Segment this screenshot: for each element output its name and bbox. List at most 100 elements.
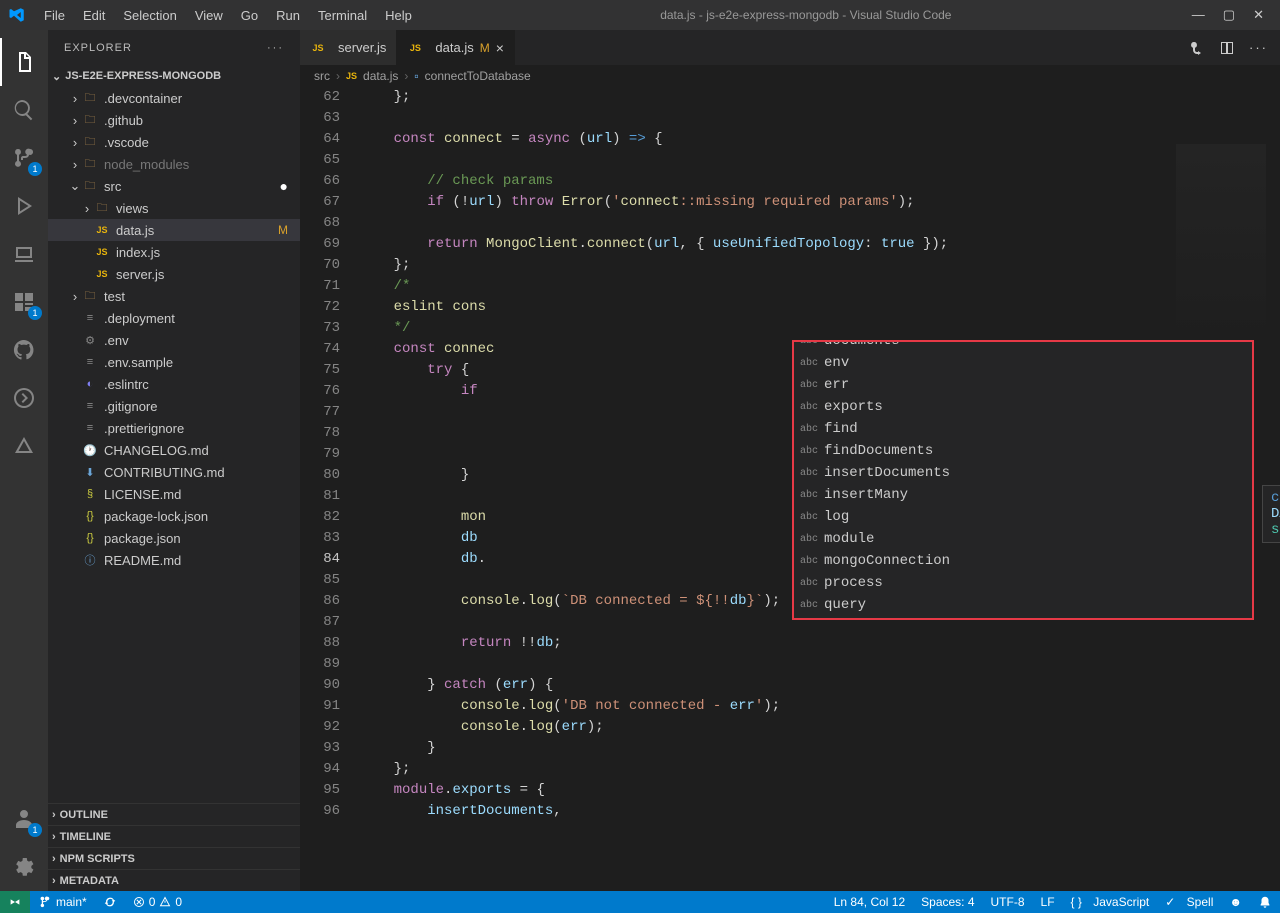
menu-terminal[interactable]: Terminal — [310, 4, 375, 27]
activity-extensions[interactable]: 1 — [0, 278, 48, 326]
tree-file[interactable]: ⓘREADME.md — [48, 549, 300, 571]
activity-testing[interactable] — [0, 374, 48, 422]
encoding[interactable]: UTF-8 — [983, 895, 1033, 909]
close-button[interactable]: ✕ — [1253, 7, 1264, 23]
suggest-item[interactable]: abcenv — [794, 352, 1252, 374]
tree-file[interactable]: ≡.prettierignore — [48, 417, 300, 439]
suggest-item[interactable]: abcquery — [794, 594, 1252, 616]
feedback[interactable]: ☻ — [1221, 895, 1250, 909]
breadcrumb[interactable]: src› JS data.js› ▫ connectToDatabase — [300, 65, 1280, 87]
scm-badge: 1 — [28, 162, 42, 176]
tree-file[interactable]: ⚙.env — [48, 329, 300, 351]
indentation[interactable]: Spaces: 4 — [913, 895, 982, 909]
tree-folder[interactable]: ›🗀.vscode — [48, 131, 300, 153]
minimize-button[interactable]: — — [1192, 7, 1205, 23]
metadata-section[interactable]: ›METADATA — [48, 869, 300, 891]
bell-icon — [1258, 895, 1272, 909]
spell-check[interactable]: ✓ Spell — [1157, 895, 1221, 909]
minimap[interactable] — [1176, 144, 1266, 344]
suggest-item[interactable]: abcmodule — [794, 528, 1252, 550]
intellisense-popup[interactable]: abcdocumentsabcenvabcerrabcexportsabcfin… — [792, 340, 1254, 620]
tree-file[interactable]: {}package.json — [48, 527, 300, 549]
tab-data[interactable]: JS data.js M × — [397, 30, 515, 65]
tree-file[interactable]: JSdata.jsM — [48, 219, 300, 241]
activity-search[interactable] — [0, 86, 48, 134]
search-icon — [12, 98, 36, 122]
language-mode[interactable]: { } JavaScript — [1063, 895, 1158, 909]
branch-icon — [38, 895, 52, 909]
activity-remote[interactable] — [0, 230, 48, 278]
suggest-item[interactable]: abcfindDocuments — [794, 440, 1252, 462]
menu-file[interactable]: File — [36, 4, 73, 27]
titlebar: File Edit Selection View Go Run Terminal… — [0, 0, 1280, 30]
suggest-item[interactable]: abcinsertDocuments — [794, 462, 1252, 484]
tree-file[interactable]: ≡.deployment — [48, 307, 300, 329]
activity-explorer[interactable] — [0, 38, 48, 86]
tree-file[interactable]: {}package-lock.json — [48, 505, 300, 527]
tree-folder[interactable]: ›🗀.github — [48, 109, 300, 131]
tree-folder[interactable]: ›🗀node_modules — [48, 153, 300, 175]
cursor-position[interactable]: Ln 84, Col 12 — [826, 895, 913, 909]
menu-run[interactable]: Run — [268, 4, 308, 27]
menu-help[interactable]: Help — [377, 4, 420, 27]
close-icon[interactable]: × — [496, 40, 504, 56]
project-header[interactable]: ⌄ JS-E2E-EXPRESS-MONGODB — [48, 65, 300, 87]
maximize-button[interactable]: ▢ — [1223, 7, 1235, 23]
tab-server[interactable]: JS server.js — [300, 30, 397, 65]
outline-section[interactable]: ›OUTLINE — [48, 803, 300, 825]
menu-selection[interactable]: Selection — [115, 4, 184, 27]
tree-file[interactable]: ≡.env.sample — [48, 351, 300, 373]
suggest-item[interactable]: abclog — [794, 506, 1252, 528]
menu-go[interactable]: Go — [233, 4, 266, 27]
remote-indicator[interactable] — [0, 891, 30, 913]
explorer-header: EXPLORER ··· — [48, 30, 300, 65]
js-icon: JS — [346, 71, 357, 81]
tree-file[interactable]: §LICENSE.md — [48, 483, 300, 505]
tree-folder[interactable]: ⌄🗀src● — [48, 175, 300, 197]
remote-icon — [12, 242, 36, 266]
suggest-item[interactable]: abcprocess — [794, 572, 1252, 594]
activity-azure[interactable] — [0, 422, 48, 470]
tree-file[interactable]: ≡.gitignore — [48, 395, 300, 417]
tree-file[interactable]: JSserver.js — [48, 263, 300, 285]
notifications[interactable] — [1250, 895, 1280, 909]
activity-scm[interactable]: 1 — [0, 134, 48, 182]
statusbar: main* 0 0 Ln 84, Col 12 Spaces: 4 UTF-8 … — [0, 891, 1280, 913]
suggest-item[interactable]: abcfind — [794, 418, 1252, 440]
js-icon: JS — [407, 40, 423, 56]
file-tree: ›🗀.devcontainer›🗀.github›🗀.vscode›🗀node_… — [48, 87, 300, 803]
remote-icon — [8, 895, 22, 909]
problems-indicator[interactable]: 0 0 — [125, 891, 190, 913]
activity-account[interactable]: 1 — [0, 795, 48, 843]
more-icon[interactable]: ··· — [267, 42, 284, 54]
activity-debug[interactable] — [0, 182, 48, 230]
line-gutter: 6263646566676869707172737475767778798081… — [300, 87, 360, 891]
suggest-item[interactable]: abcinsertMany — [794, 484, 1252, 506]
suggest-item[interactable]: abcexports — [794, 396, 1252, 418]
gear-icon — [12, 855, 36, 879]
branch-indicator[interactable]: main* — [30, 891, 95, 913]
menu-view[interactable]: View — [187, 4, 231, 27]
tree-folder[interactable]: ›🗀views — [48, 197, 300, 219]
menu-edit[interactable]: Edit — [75, 4, 113, 27]
tree-file[interactable]: ◐.eslintrc — [48, 373, 300, 395]
tree-file[interactable]: ⬇CONTRIBUTING.md — [48, 461, 300, 483]
suggest-item[interactable]: abcdocuments — [794, 340, 1252, 352]
suggest-item[interactable]: abcerr — [794, 374, 1252, 396]
compare-icon[interactable] — [1189, 40, 1205, 56]
more-icon[interactable]: ··· — [1249, 40, 1268, 55]
tree-folder[interactable]: ›🗀.devcontainer — [48, 87, 300, 109]
eol[interactable]: LF — [1033, 895, 1063, 909]
window-title: data.js - js-e2e-express-mongodb - Visua… — [420, 8, 1192, 22]
activity-github[interactable] — [0, 326, 48, 374]
split-icon[interactable] — [1219, 40, 1235, 56]
modified-badge: M — [480, 41, 490, 55]
tree-file[interactable]: JSindex.js — [48, 241, 300, 263]
sync-indicator[interactable] — [95, 891, 125, 913]
npm-section[interactable]: ›NPM SCRIPTS — [48, 847, 300, 869]
tree-folder[interactable]: ›🗀test — [48, 285, 300, 307]
activity-settings[interactable] — [0, 843, 48, 891]
suggest-item[interactable]: abcmongoConnection — [794, 550, 1252, 572]
tree-file[interactable]: 🕐CHANGELOG.md — [48, 439, 300, 461]
timeline-section[interactable]: ›TIMELINE — [48, 825, 300, 847]
